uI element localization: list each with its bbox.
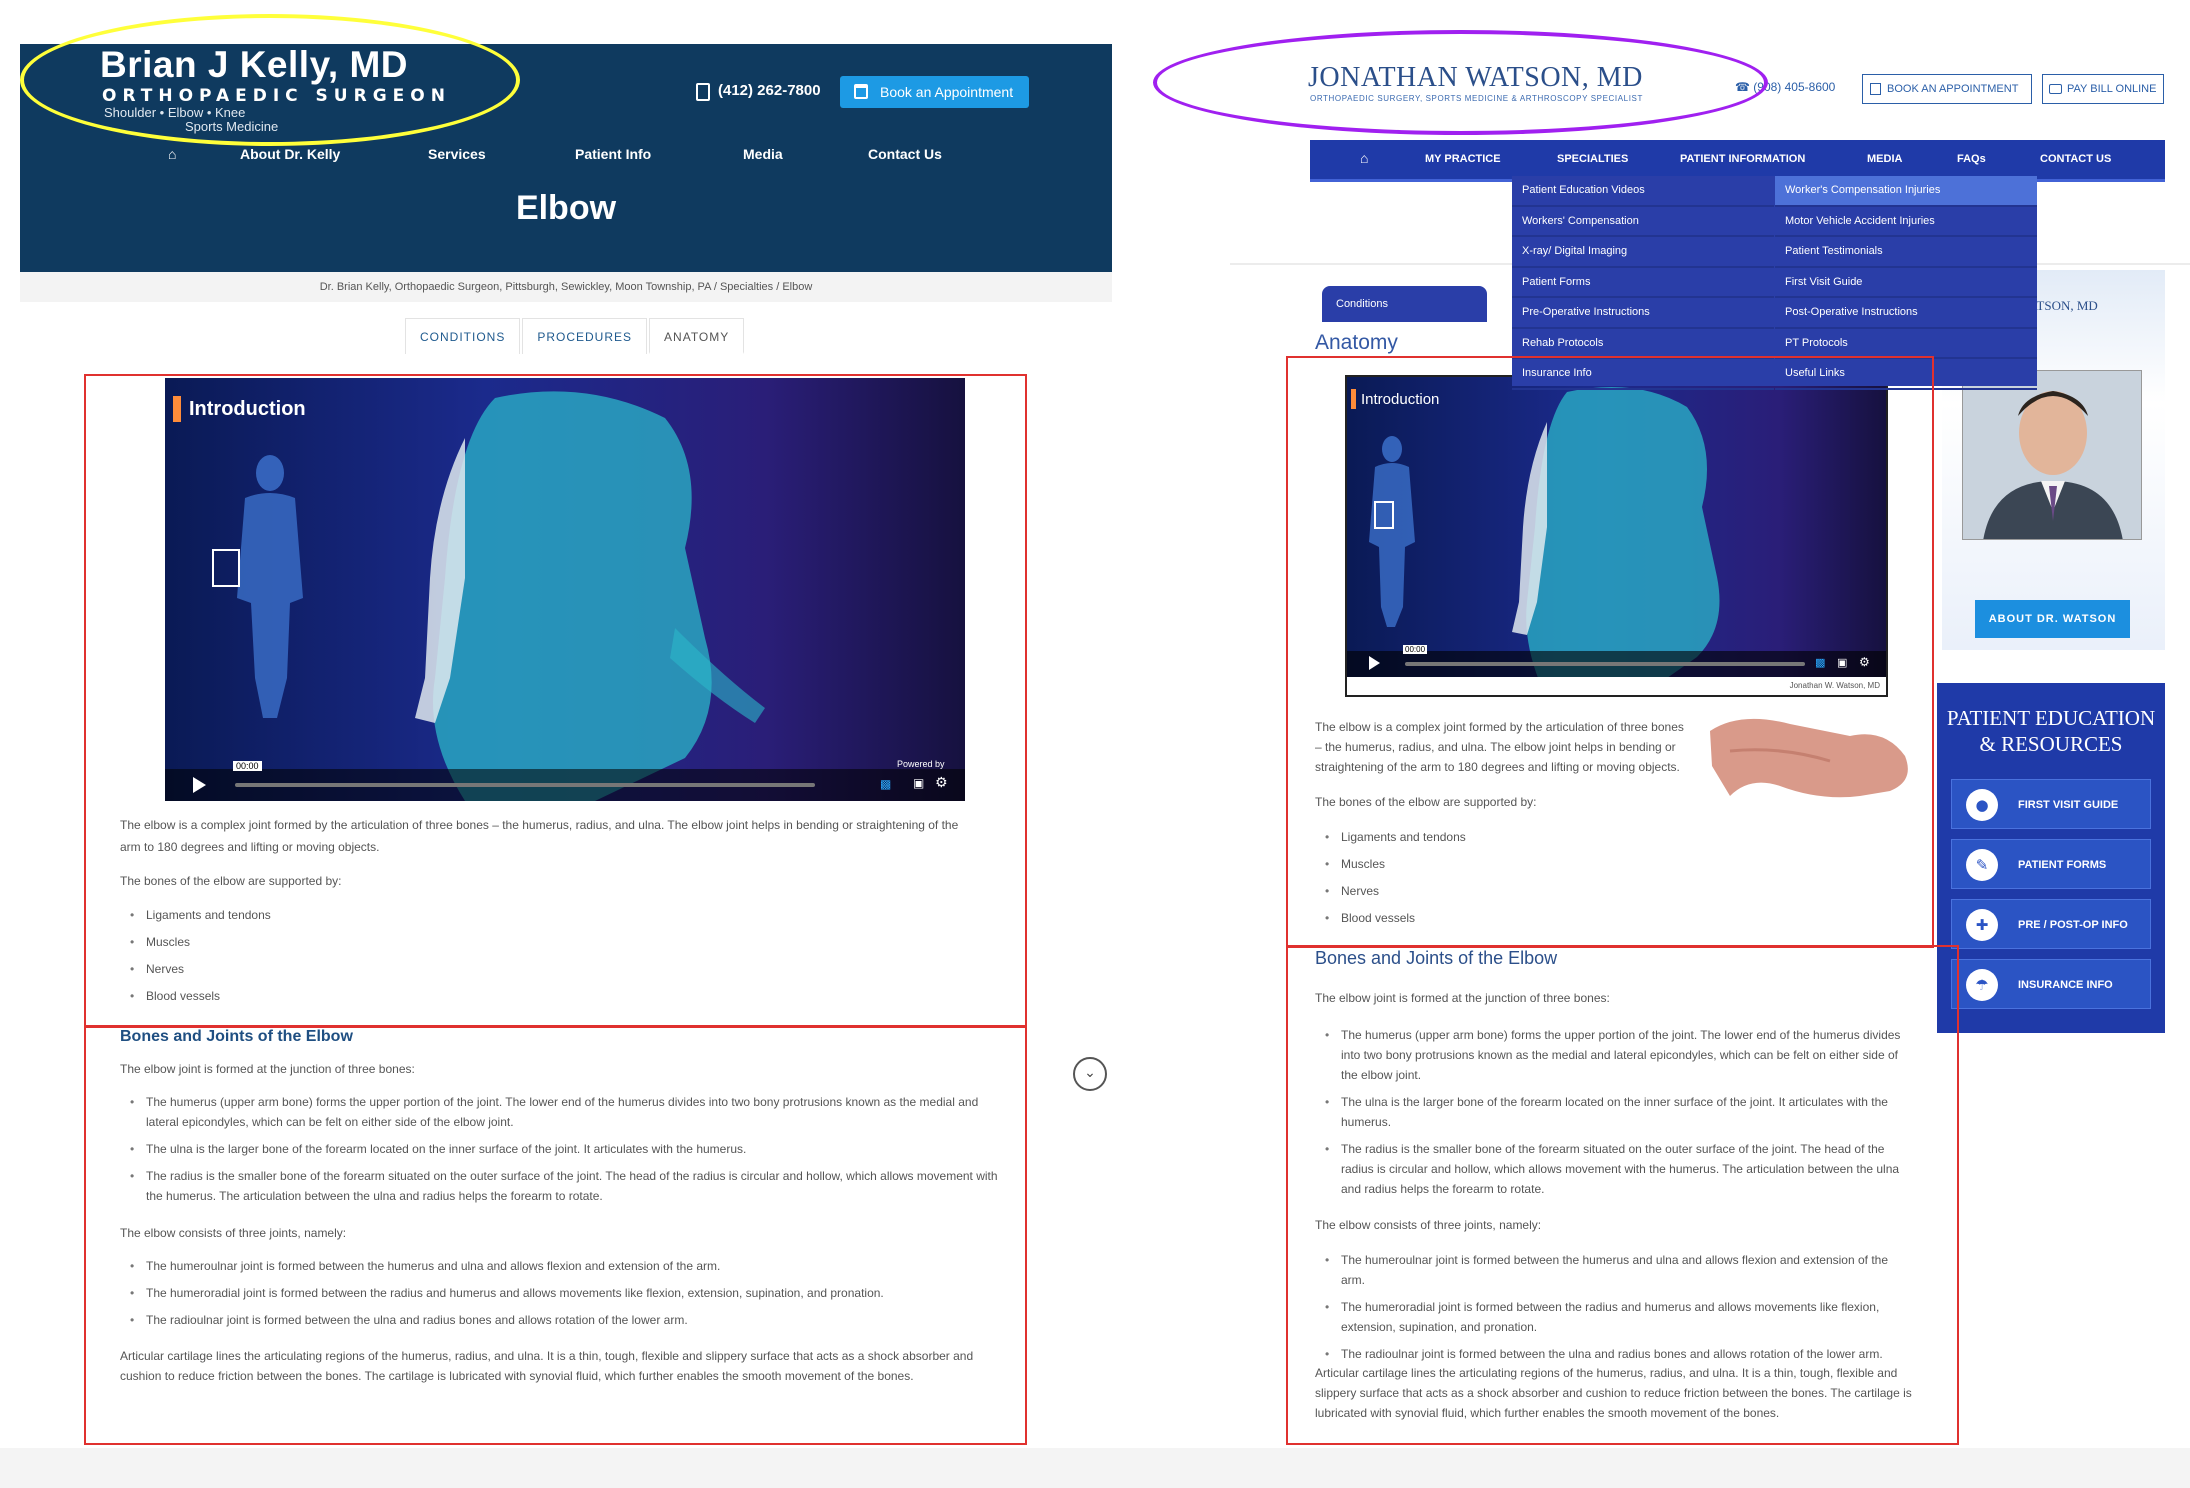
yellow-highlight-ellipse [20, 14, 520, 146]
tab-procedures[interactable]: PROCEDURES [522, 318, 648, 354]
about-dr-watson-button[interactable]: ABOUT DR. WATSON [1975, 600, 2130, 638]
pay-bill-label: PAY BILL ONLINE [2067, 83, 2157, 95]
nav-specialties[interactable]: SPECIALTIES [1557, 153, 1628, 165]
nav-media[interactable]: MEDIA [1867, 153, 1902, 165]
red-highlight-box [84, 1025, 1027, 1445]
portrait-image [1963, 371, 2141, 539]
left-tabs: CONDITIONS PROCEDURES ANATOMY [405, 318, 746, 354]
book-appointment-label: Book an Appointment [880, 84, 1014, 100]
dropdown-item[interactable]: Patient Education Videos [1512, 176, 1774, 207]
credit-card-icon [2049, 84, 2062, 94]
calendar-icon [854, 84, 868, 99]
red-highlight-box [1286, 356, 1934, 948]
nav-about[interactable]: About Dr. Kelly [240, 146, 340, 162]
patient-education-title: PATIENT EDUCATION & RESOURCES [1946, 706, 2156, 756]
edu-button-label: PATIENT FORMS [2018, 859, 2107, 871]
edu-button-label: PRE / POST-OP INFO [2018, 919, 2128, 931]
patient-forms-button[interactable]: ✎ PATIENT FORMS [1951, 839, 2151, 889]
dropdown-item[interactable]: Patient Forms [1512, 268, 1774, 298]
first-visit-guide-button[interactable]: ● FIRST VISIT GUIDE [1951, 779, 2151, 829]
handshake-icon: ● [1966, 789, 1998, 821]
dropdown-item[interactable]: Worker's Compensation Injuries [1775, 176, 2037, 207]
calculator-icon [696, 83, 710, 101]
calendar-icon [1870, 83, 1881, 95]
right-book-label: BOOK AN APPOINTMENT [1887, 83, 2019, 95]
left-phone[interactable]: (412) 262-7800 [718, 82, 821, 99]
dropdown-item[interactable]: PT Protocols [1775, 329, 2037, 359]
red-highlight-box [1286, 945, 1959, 1445]
clipboard-icon: ✎ [1966, 849, 1998, 881]
syringe-icon: ✚ [1966, 909, 1998, 941]
edu-button-label: INSURANCE INFO [2018, 979, 2113, 991]
dropdown-item[interactable]: First Visit Guide [1775, 268, 2037, 298]
patient-education-panel: PATIENT EDUCATION & RESOURCES ● FIRST VIS… [1937, 683, 2165, 1033]
right-book-button[interactable]: BOOK AN APPOINTMENT [1862, 74, 2032, 104]
dropdown-item[interactable]: Pre-Operative Instructions [1512, 298, 1774, 329]
anatomy-heading: Anatomy [1315, 331, 1398, 354]
dropdown-item[interactable]: Motor Vehicle Accident Injuries [1775, 207, 2037, 237]
specialties-dropdown: Patient Education Videos Workers' Compen… [1512, 176, 2037, 390]
nav-media[interactable]: Media [743, 146, 783, 162]
nav-faqs[interactable]: FAQs [1957, 153, 1986, 165]
left-nav: ⌂ About Dr. Kelly Services Patient Info … [20, 146, 1112, 166]
chevron-down-icon[interactable]: ⌄ [1073, 1057, 1107, 1091]
doctor-photo [1962, 370, 2142, 540]
tab-conditions[interactable]: CONDITIONS [405, 318, 521, 354]
tab-anatomy[interactable]: ANATOMY [649, 318, 745, 354]
book-appointment-button[interactable]: Book an Appointment [840, 76, 1029, 108]
red-highlight-box [84, 374, 1027, 1028]
dropdown-item[interactable]: Post-Operative Instructions [1775, 298, 2037, 329]
purple-highlight-ellipse [1153, 30, 1768, 135]
pre-post-op-button[interactable]: ✚ PRE / POST-OP INFO [1951, 899, 2151, 949]
home-icon[interactable]: ⌂ [1360, 150, 1368, 166]
insurance-info-button[interactable]: ☂ INSURANCE INFO [1951, 959, 2151, 1009]
dropdown-item[interactable]: Patient Testimonials [1775, 237, 2037, 268]
nav-patient-information[interactable]: PATIENT INFORMATION [1680, 153, 1805, 165]
dropdown-item[interactable]: Workers' Compensation [1512, 207, 1774, 237]
nav-services[interactable]: Services [428, 146, 486, 162]
dropdown-item[interactable]: Rehab Protocols [1512, 329, 1774, 359]
bottom-strip [0, 1448, 2190, 1488]
nav-contact-us[interactable]: CONTACT US [2040, 153, 2111, 165]
page-title: Elbow [515, 189, 617, 227]
home-icon[interactable]: ⌂ [168, 146, 176, 162]
breadcrumb[interactable]: Dr. Brian Kelly, Orthopaedic Surgeon, Pi… [20, 272, 1112, 302]
pay-bill-button[interactable]: PAY BILL ONLINE [2042, 74, 2164, 104]
dropdown-item[interactable]: X-ray/ Digital Imaging [1512, 237, 1774, 268]
edu-button-label: FIRST VISIT GUIDE [2018, 799, 2119, 811]
tab-conditions[interactable]: Conditions [1322, 286, 1487, 322]
nav-contact[interactable]: Contact Us [868, 146, 942, 162]
nav-my-practice[interactable]: MY PRACTICE [1425, 153, 1501, 165]
umbrella-icon: ☂ [1966, 969, 1998, 1001]
nav-patient-info[interactable]: Patient Info [575, 146, 651, 162]
